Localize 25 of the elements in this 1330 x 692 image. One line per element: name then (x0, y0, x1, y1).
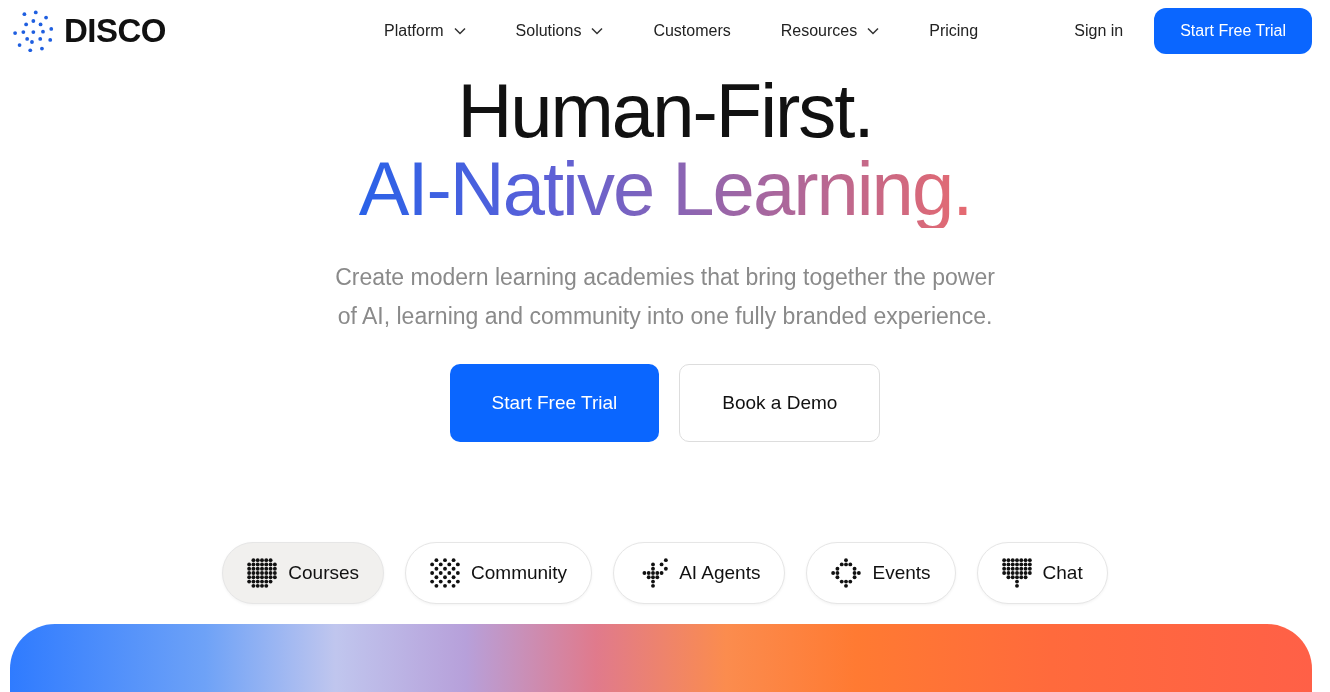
feature-tab[interactable]: Courses (222, 542, 385, 604)
chevron-down-icon (591, 27, 604, 35)
dots-logo-icon (12, 10, 54, 52)
brand-name[interactable]: DISCO (64, 12, 166, 50)
nav-menu-item[interactable]: Solutions (515, 22, 604, 40)
nav-menu-item[interactable]: Resources (780, 22, 880, 40)
hero-headline: Human-First. (457, 68, 873, 153)
sign-in-link[interactable]: Sign in (1068, 21, 1130, 41)
nav-menu-item[interactable]: Platform (384, 22, 466, 40)
chevron-down-icon (867, 27, 880, 35)
speech-bubble-dots-icon (1001, 558, 1032, 588)
nav-menu-item[interactable]: Customers (653, 22, 731, 40)
feature-tab[interactable]: Events (806, 542, 956, 604)
feature-tab[interactable]: AI Agents (613, 542, 786, 604)
hero-subtitle: Create modern learning academies that bring together the power of AI, learning and community into one fully branded experience. (334, 263, 996, 331)
chevron-down-icon (453, 27, 466, 35)
start-trial-button[interactable]: Start Free Trial (1154, 8, 1312, 54)
checker-dots-icon (430, 558, 461, 588)
feature-tab[interactable]: Community (405, 542, 593, 604)
dot-grid-icon (247, 558, 278, 588)
feature-tab[interactable]: Chat (976, 542, 1108, 604)
diamond-dots-icon (831, 558, 862, 588)
start-trial-button[interactable]: Start Free Trial (449, 364, 660, 442)
book-demo-button[interactable]: Book a Demo (679, 364, 881, 442)
nav-menu-item[interactable]: Pricing (929, 22, 979, 40)
